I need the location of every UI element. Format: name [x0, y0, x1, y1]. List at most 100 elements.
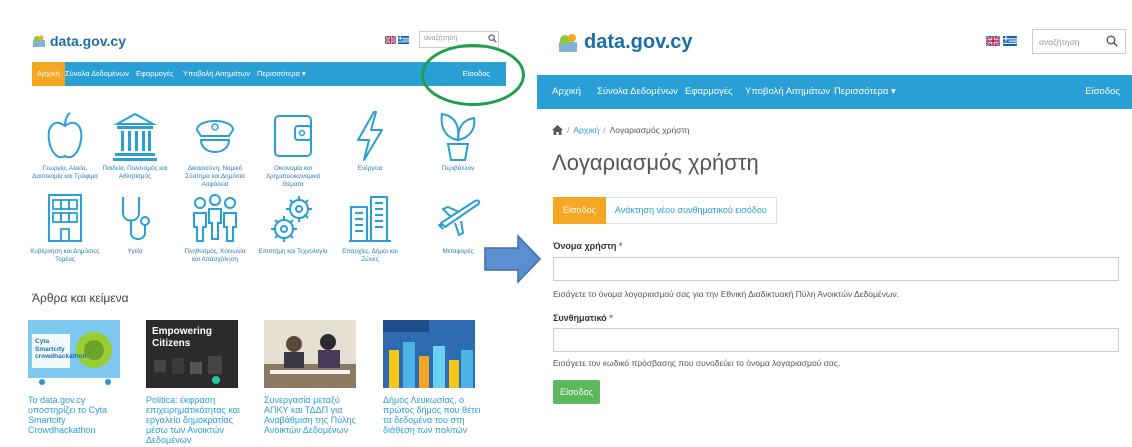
empowering-text: Empowering [152, 326, 213, 337]
airplane-icon [438, 199, 481, 236]
gears-icon [271, 196, 312, 242]
username-help: Εισάγετε το όνομα λογαριασμού σας για τη… [553, 289, 900, 299]
category-population[interactable]: Πληθυσμός, Κοινωνία και Απασχόληση [180, 193, 250, 264]
language-flags[interactable] [986, 36, 1017, 46]
police-cap-icon [195, 120, 235, 153]
logo-icon [559, 33, 577, 52]
cyta-brand-text: Cyta [35, 338, 50, 345]
right-arrow-icon [484, 234, 542, 284]
username-label: Όνομα χρήστη * [553, 241, 623, 251]
category-label: Πληθυσμός, Κοινωνία και Απασχόληση [184, 248, 246, 263]
required-mark: * [609, 313, 613, 323]
apple-icon [47, 112, 83, 159]
nav-login-link[interactable]: Είσοδος [1085, 75, 1120, 109]
greek-flag-icon[interactable] [1003, 36, 1017, 46]
uk-flag-icon[interactable] [385, 36, 396, 44]
nav-item-apps[interactable]: Εφαρμογές [685, 75, 733, 109]
nicosia-graphic [383, 320, 475, 388]
category-label: Γεωργία, Αλιεία, Δασοκομία και Τρόφιμα [32, 165, 98, 180]
breadcrumb-separator: / [567, 125, 570, 135]
article-link[interactable]: Το data.gov.cy υποστηρίζει το Cyta Smart… [28, 395, 128, 435]
category-label: Περιβάλλον [441, 165, 475, 172]
category-energy[interactable]: Ενέργεια [335, 110, 405, 173]
category-label: Κυβέρνηση και Δημόσιος Τομέας [30, 248, 100, 263]
article-thumb-nicosia[interactable] [383, 320, 475, 388]
category-label: Οικονομία και Χρηματοοικονομικά Θέματα [265, 165, 321, 188]
cyta-crowdhackathon-text: crowdhackathon [35, 353, 87, 360]
city-icon [349, 196, 391, 242]
article-thumb-cyta[interactable]: Cyta Smartcity crowdhackathon [28, 320, 120, 388]
site-name: data.gov.cy [584, 31, 693, 53]
password-input[interactable] [553, 328, 1119, 352]
article-link[interactable]: Politica: έκφραση επιχειρηματικότητας κα… [146, 395, 246, 445]
nav-item-requests[interactable]: Υποβολή Αιτημάτων [178, 62, 255, 86]
category-label: Παιδεία, Πολιτισμός και Αθλητισμός [102, 165, 168, 180]
breadcrumb-home[interactable]: Αρχική [573, 125, 599, 135]
category-label: Ενέργεια [357, 165, 383, 172]
building-icon [48, 194, 82, 242]
plant-icon [440, 112, 476, 161]
category-health[interactable]: Υγεία [100, 193, 170, 256]
nav-item-requests[interactable]: Υποβολή Αιτημάτων [745, 75, 830, 109]
wallet-icon [274, 115, 312, 157]
article-link[interactable]: Δήμος Λευκωσίας, ο πρώτος δήμος που θέτε… [383, 395, 483, 435]
password-help: Εισάγετε τον κωδικό πρόσβασης που συνοδε… [553, 358, 841, 368]
nav-item-datasets[interactable]: Σύνολα Δεδομένων [60, 62, 134, 86]
page-title: Λογαριασμός χρήστη [552, 150, 759, 175]
category-label: Επαρχίες, Δήμοι και Ζώνες [342, 248, 398, 263]
login-tabs: Είσοδος Ανάκτηση νέου συνθηματικού εισόδ… [553, 197, 777, 224]
category-label: Υγεία [127, 248, 143, 255]
institution-icon [113, 112, 157, 161]
article-link[interactable]: Συνεργασία μεταξύ ΑΠΚΥ και ΤΔΔΠ για Αναβ… [264, 395, 364, 435]
nav-item-home[interactable]: Αρχική [552, 75, 581, 109]
category-education[interactable]: Παιδεία, Πολιτισμός και Αθλητισμός [100, 110, 170, 181]
citizens-text: Citizens [152, 338, 191, 349]
meeting-photo [264, 320, 356, 388]
category-agriculture[interactable]: Γεωργία, Αλιεία, Δασοκομία και Τρόφιμα [30, 110, 100, 181]
category-label: Δικαιοσύνη, Νομικό Σύστημα και Δημόσια Α… [185, 165, 245, 188]
nav-item-datasets[interactable]: Σύνολα Δεδομένων [597, 75, 678, 109]
breadcrumb-separator: / [603, 125, 606, 135]
uk-flag-icon[interactable] [986, 36, 1000, 46]
category-economy[interactable]: Οικονομία και Χρηματοοικονομικά Θέματα [258, 110, 328, 189]
articles-heading: Άρθρα και κείμενα [32, 291, 129, 305]
greek-flag-icon[interactable] [398, 36, 409, 44]
required-mark: * [618, 241, 623, 251]
username-input[interactable] [553, 257, 1119, 281]
category-justice[interactable]: Δικαιοσύνη, Νομικό Σύστημα και Δημόσια Α… [180, 110, 250, 189]
logo-icon [33, 35, 45, 47]
category-science[interactable]: Επιστήμη και Τεχνολογία [258, 193, 328, 256]
article-thumb-apky[interactable] [264, 320, 356, 388]
category-label: Μεταφορές [442, 248, 474, 255]
site-name: data.gov.cy [50, 33, 126, 49]
login-page-screenshot: data.gov.cy αναζήτηση Αρχική Σύνολα Δεδο… [537, 0, 1132, 447]
tab-login[interactable]: Είσοδος [553, 197, 606, 224]
tab-password-reset[interactable]: Ανάκτηση νέου συνθηματικού εισόδου [605, 197, 777, 224]
password-label: Συνθηματικό * [553, 313, 613, 323]
login-highlight-ellipse [421, 44, 525, 106]
stethoscope-icon [122, 197, 150, 240]
search-icon[interactable] [488, 34, 497, 43]
breadcrumb: / Αρχική / Λογαριασμός χρήστη [552, 125, 690, 135]
lightning-icon [357, 111, 383, 161]
category-environment[interactable]: Περιβάλλον [423, 110, 493, 173]
people-icon [193, 194, 237, 242]
category-label: Επιστήμη και Τεχνολογία [258, 248, 328, 255]
breadcrumb-current: Λογαριασμός χρήστη [609, 125, 690, 135]
home-icon[interactable] [552, 125, 563, 135]
site-logo[interactable]: data.gov.cy [557, 31, 693, 54]
cyta-smartcity-text: Smartcity [35, 345, 65, 353]
category-transport[interactable]: Μεταφορές [423, 193, 493, 256]
search-icon[interactable] [1106, 35, 1118, 47]
article-thumb-politica[interactable]: Empowering Citizens [146, 320, 238, 388]
language-flags[interactable] [385, 36, 409, 44]
nav-item-more[interactable]: Περισσότερα ▾ [252, 62, 311, 86]
politica-graphic [154, 356, 222, 384]
nav-item-apps[interactable]: Εφαρμογές [131, 62, 179, 86]
category-regions[interactable]: Επαρχίες, Δήμοι και Ζώνες [335, 193, 405, 264]
category-government[interactable]: Κυβέρνηση και Δημόσιος Τομέας [30, 193, 100, 264]
nav-item-more[interactable]: Περισσότερα ▾ [834, 75, 896, 109]
main-nav: Αρχική Σύνολα Δεδομένων Εφαρμογές Υποβολ… [537, 75, 1132, 109]
login-submit-button[interactable]: Είσοδος [553, 380, 600, 404]
site-logo[interactable]: data.gov.cy [32, 33, 126, 49]
